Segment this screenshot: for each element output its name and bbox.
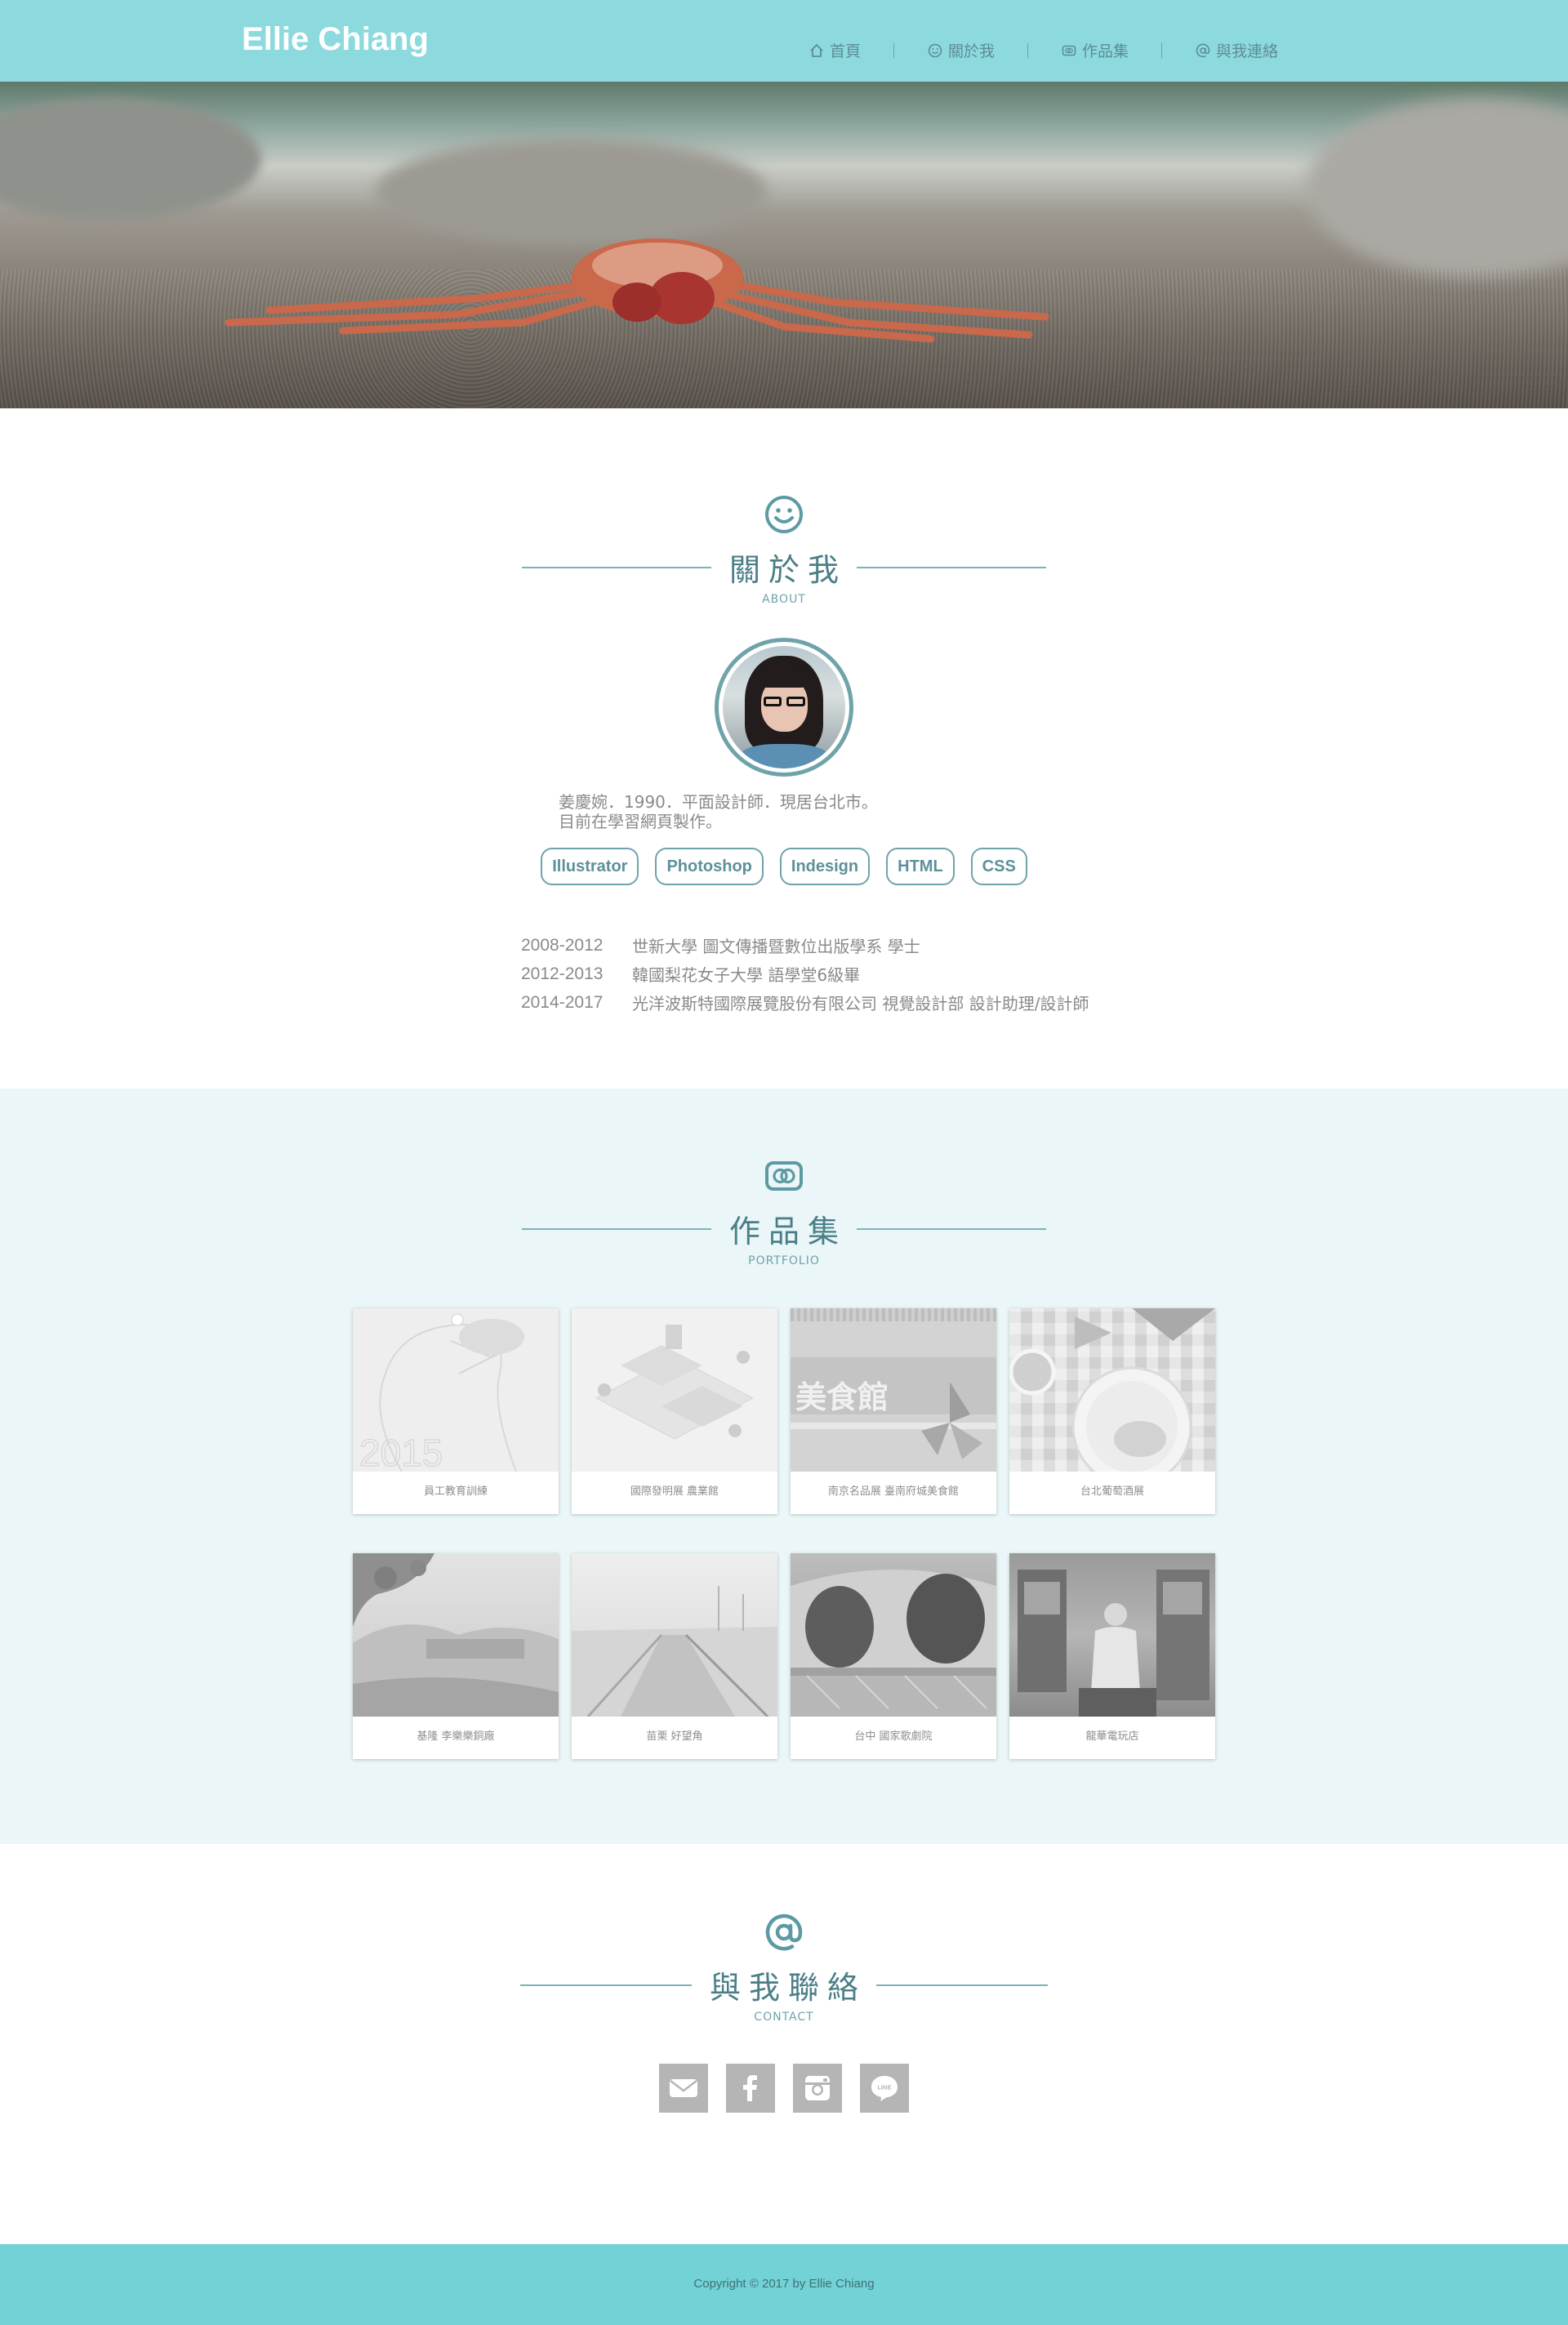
nav-about[interactable]: 關於我 xyxy=(927,39,995,61)
hero-rock xyxy=(1307,98,1568,278)
about-subtitle: ABOUT xyxy=(762,593,806,606)
title-rule xyxy=(521,1227,711,1230)
facebook-icon xyxy=(743,2075,757,2101)
nav-divider xyxy=(1161,42,1163,58)
line-icon: LINE xyxy=(871,2076,898,2101)
contact-section-title: 與我聯絡 CONTACT xyxy=(0,1912,1568,2024)
portfolio-card[interactable]: 國際發明展 農業館 xyxy=(572,1308,777,1514)
portfolio-card[interactable]: 苗栗 好望角 xyxy=(572,1553,777,1759)
portfolio-thumbnail xyxy=(572,1553,777,1717)
portfolio-caption: 員工教育訓練 xyxy=(423,1485,488,1498)
skill-tags: Illustrator Photoshop Indesign HTML CSS xyxy=(0,848,1568,885)
avatar-photo xyxy=(723,646,845,768)
contact-subtitle: CONTACT xyxy=(754,2011,814,2024)
skill-tag: HTML xyxy=(886,848,955,885)
smile-icon xyxy=(928,43,942,57)
nav-divider xyxy=(1027,42,1029,58)
portfolio-caption: 基隆 李樂樂銅廠 xyxy=(416,1730,495,1743)
portfolio-card[interactable]: 龍華電玩店 xyxy=(1009,1553,1215,1759)
portfolio-card[interactable]: 2015 員工教育訓練 xyxy=(353,1308,559,1514)
nav-home-label: 首頁 xyxy=(830,42,862,60)
portfolio-caption: 台中 國家歌劇院 xyxy=(854,1730,933,1743)
portfolio-thumbnail xyxy=(572,1308,777,1472)
portfolio-title: 作品集 xyxy=(728,1214,847,1249)
instagram-icon xyxy=(805,2076,830,2100)
portfolio-card[interactable]: 基隆 李樂樂銅廠 xyxy=(353,1553,559,1759)
intro-line: 目前在學習網頁製作。 xyxy=(559,812,722,831)
mail-icon xyxy=(670,2079,697,2097)
intro-line: 姜慶婉．1990．平面設計師．現居台北市。 xyxy=(559,792,878,812)
nav-home[interactable]: 首頁 xyxy=(808,39,861,61)
nav-divider xyxy=(893,42,895,58)
portfolio-card[interactable]: 台北葡萄酒展 xyxy=(1009,1308,1215,1514)
skill-tag: CSS xyxy=(970,848,1027,885)
about-intro: 姜慶婉．1990．平面設計師．現居台北市。 目前在學習網頁製作。 xyxy=(559,792,878,831)
email-button[interactable] xyxy=(659,2064,708,2113)
portfolio-thumbnail xyxy=(791,1553,996,1717)
social-links: LINE xyxy=(0,2064,1568,2113)
about-section-title: 關於我 ABOUT xyxy=(0,494,1568,606)
avatar xyxy=(715,638,853,777)
timeline-years: 2008-2012 xyxy=(521,935,604,955)
site-header: Ellie Chiang 首頁 關於我 作品集 與我連絡 xyxy=(0,0,1568,82)
about-title: 關於我 xyxy=(728,552,847,588)
copyright-text: Copyright © 2017 by Ellie Chiang xyxy=(693,2277,875,2291)
portfolio-icon xyxy=(765,1161,803,1191)
title-rule xyxy=(857,1227,1046,1230)
skill-tag: Illustrator xyxy=(541,848,639,885)
facebook-button[interactable] xyxy=(726,2064,775,2113)
brand-logo[interactable]: Ellie Chiang xyxy=(242,21,429,58)
portfolio-subtitle: PORTFOLIO xyxy=(748,1254,820,1267)
portfolio-section-title: 作品集 PORTFOLIO xyxy=(0,1156,1568,1267)
nav-portfolio[interactable]: 作品集 xyxy=(1061,39,1129,61)
hero-banner xyxy=(0,82,1568,408)
portfolio-thumbnail xyxy=(1009,1553,1215,1717)
nav-contact[interactable]: 與我連絡 xyxy=(1195,39,1278,61)
portfolio-thumbnail: 美食館 xyxy=(791,1308,996,1472)
timeline-years: 2014-2017 xyxy=(521,992,604,1012)
home-icon xyxy=(810,43,823,57)
thumb-text: 2015 xyxy=(359,1432,443,1472)
portfolio-card[interactable]: 台中 國家歌劇院 xyxy=(791,1553,996,1759)
portfolio-icon xyxy=(1062,45,1076,56)
line-icon-text: LINE xyxy=(877,2084,891,2091)
portfolio-caption: 台北葡萄酒展 xyxy=(1080,1485,1144,1498)
timeline-row: 2012-2013 韓國梨花女子大學 語學堂6級畢 xyxy=(521,960,1089,988)
site-footer: Copyright © 2017 by Ellie Chiang xyxy=(0,2244,1568,2325)
nav-portfolio-label: 作品集 xyxy=(1082,42,1129,60)
timeline-row: 2008-2012 世新大學 圖文傳播暨數位出版學系 學士 xyxy=(521,931,1089,960)
skill-tag: Indesign xyxy=(779,848,871,885)
crab-illustration xyxy=(225,238,1049,343)
nav-contact-label: 與我連絡 xyxy=(1216,42,1279,60)
line-button[interactable]: LINE xyxy=(860,2064,909,2113)
title-rule xyxy=(876,1984,1048,1986)
main-nav: 首頁 關於我 作品集 與我連絡 xyxy=(808,39,1278,61)
timeline-years: 2012-2013 xyxy=(521,964,604,983)
thumb-text: 美食館 xyxy=(795,1379,889,1415)
portfolio-caption: 南京名品展 臺南府城美食館 xyxy=(827,1485,960,1498)
timeline-text: 韓國梨花女子大學 語學堂6級畢 xyxy=(632,965,861,985)
hero-rock xyxy=(0,98,261,220)
portfolio-thumbnail: 2015 xyxy=(353,1308,559,1472)
skill-tag: Photoshop xyxy=(655,848,764,885)
portfolio-caption: 國際發明展 農業館 xyxy=(630,1485,719,1498)
at-icon xyxy=(1196,43,1210,57)
timeline-text: 世新大學 圖文傳播暨數位出版學系 學士 xyxy=(632,937,920,956)
title-rule xyxy=(519,1984,692,1986)
portfolio-thumbnail xyxy=(353,1553,559,1717)
at-icon xyxy=(765,1913,803,1951)
smile-icon xyxy=(765,496,803,533)
experience-timeline: 2008-2012 世新大學 圖文傳播暨數位出版學系 學士 2012-2013 … xyxy=(521,931,1089,1017)
instagram-button[interactable] xyxy=(793,2064,842,2113)
portfolio-caption: 苗栗 好望角 xyxy=(646,1730,703,1743)
portfolio-card[interactable]: 美食館 南京名品展 臺南府城美食館 xyxy=(791,1308,996,1514)
timeline-row: 2014-2017 光洋波斯特國際展覽股份有限公司 視覺設計部 設計助理/設計師 xyxy=(521,988,1089,1017)
nav-about-label: 關於我 xyxy=(948,42,996,60)
title-rule xyxy=(521,566,711,568)
portfolio-thumbnail xyxy=(1009,1308,1215,1472)
title-rule xyxy=(857,566,1046,568)
timeline-text: 光洋波斯特國際展覽股份有限公司 視覺設計部 設計助理/設計師 xyxy=(632,994,1089,1013)
portfolio-caption: 龍華電玩店 xyxy=(1085,1730,1139,1743)
contact-title: 與我聯絡 xyxy=(709,1970,866,2006)
